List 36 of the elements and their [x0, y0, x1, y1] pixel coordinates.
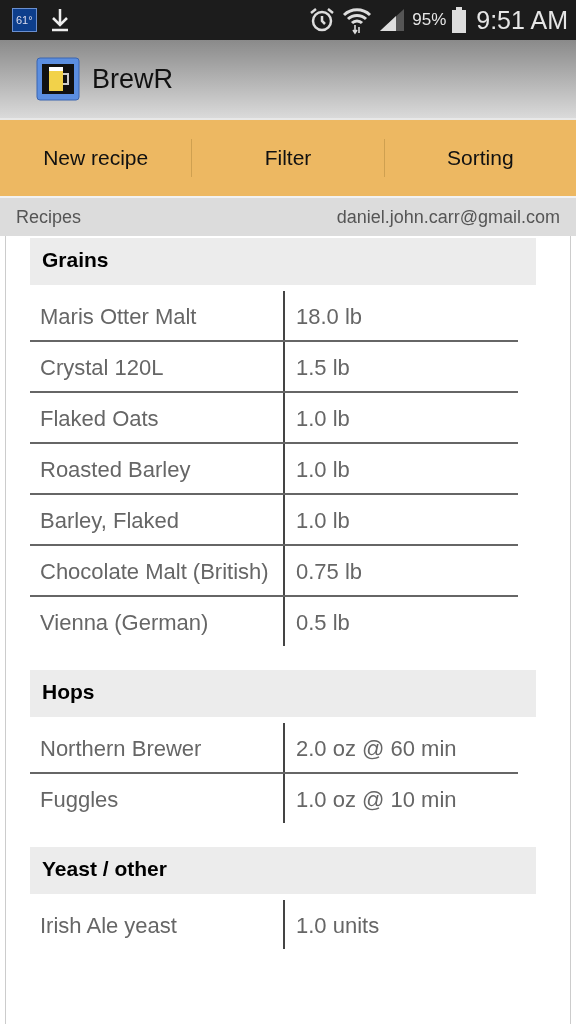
ingredient-cell: Vienna (German): [30, 597, 285, 646]
beer-mug-icon[interactable]: [36, 57, 80, 101]
action-button[interactable]: Filter: [192, 120, 384, 196]
ingredient-cell: Chocolate Malt (British): [30, 546, 285, 595]
clock: 9:51 AM: [476, 5, 568, 35]
account-email: daniel.john.carr@gmail.com: [336, 206, 560, 228]
ingredient-cell: Irish Ale yeast: [30, 900, 285, 949]
signal-icon: [378, 7, 407, 33]
amount-cell-text: 1.5 lb: [295, 354, 351, 382]
screen-label: Recipes: [16, 206, 82, 228]
action-button[interactable]: Sorting: [384, 120, 576, 196]
section-heading: Yeast / other: [30, 847, 536, 894]
wifi-icon: [342, 5, 373, 35]
app-title: BrewR: [92, 63, 173, 95]
section-heading: Hops: [30, 670, 536, 717]
amount-cell-text: 18.0 lb: [295, 303, 364, 331]
amount-cell-text: 1.0 lb: [295, 456, 351, 484]
ingredient-cell: Crystal 120L: [30, 342, 285, 391]
ingredient-cell: Roasted Barley: [30, 444, 285, 493]
battery-icon: [452, 7, 467, 33]
amount-cell-text: 0.5 lb: [295, 609, 351, 637]
amount-cell-text: 1.0 oz @ 10 min: [295, 786, 458, 814]
ingredient-cell: Flaked Oats: [30, 393, 285, 442]
amount-cell-text: 0.75 lb: [295, 558, 364, 586]
ingredient-cell: Maris Otter Malt: [30, 291, 285, 340]
ingredient-cell: Northern Brewer: [30, 723, 285, 772]
action-button[interactable]: New recipe: [0, 120, 192, 196]
ingredient-cell: Barley, Flaked: [30, 495, 285, 544]
ingredient-cell: Fuggles: [30, 774, 285, 823]
amount-cell-text: 1.0 units: [295, 912, 381, 940]
amount-cell-text: 1.0 lb: [295, 507, 351, 535]
section-heading: Grains: [30, 238, 536, 285]
amount-cell-text: 2.0 oz @ 60 min: [295, 735, 458, 763]
amount-cell-text: 1.0 lb: [295, 405, 351, 433]
weather-badge: 61°: [12, 8, 37, 32]
battery-percent: 95%: [412, 10, 447, 30]
